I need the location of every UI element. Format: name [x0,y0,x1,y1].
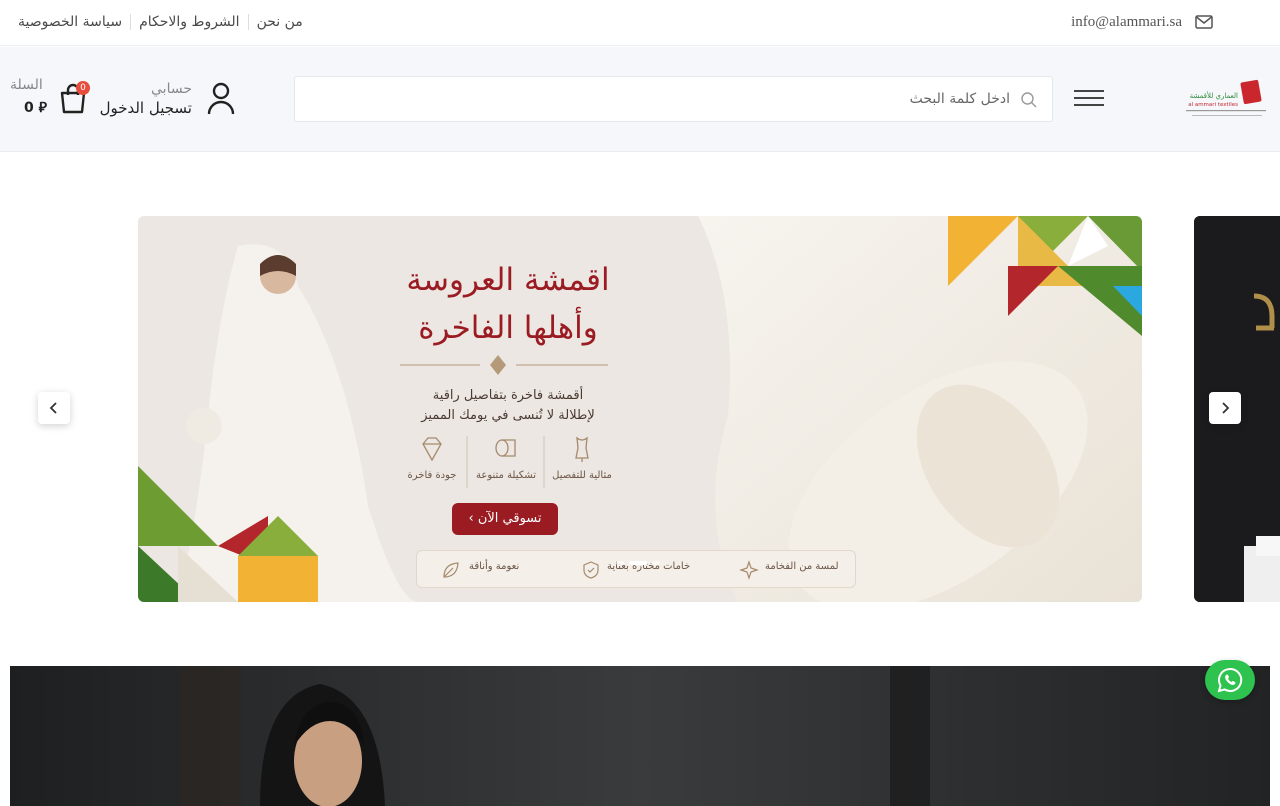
privacy-policy-link[interactable]: سياسة الخصوصية [18,14,122,30]
menu-line [1074,97,1104,99]
contact-email[interactable]: info@alammari.sa [1071,14,1182,31]
search-input[interactable] [332,77,1012,121]
slider-prev-button[interactable] [38,392,70,424]
sparkle-icon [739,560,759,580]
slider-dot-active[interactable] [629,561,647,565]
divider [247,14,249,30]
feature-label: تشكيلة متنوعة [476,470,536,481]
cart-count-badge: 0 [76,81,90,95]
shield-icon [583,561,599,579]
benefit-luxury: لمسة من الفخامة [765,561,839,572]
top-links: سياسة الخصوصية الشروط والاحكام من نحن [18,14,303,30]
leaf-icon [443,562,459,578]
fabric-roll-icon [495,439,516,457]
account-label: حسابي [151,81,192,97]
top-bar: سياسة الخصوصية الشروط والاحكام من نحن in… [0,0,1280,46]
chevron-left-icon [49,402,57,414]
slide-subtitle-line-1: أقمشة فاخرة بتفاصيل راقية [432,388,584,403]
benefit-softness: نعومة وأناقة [469,561,520,572]
slide-title-line-2: وأهلها الفاخرة [418,310,598,346]
slide-subtitle-line-2: لإطلالة لا تُنسى في يومك المميز [421,408,595,423]
slide-subtitle: أقمشة فاخرة بتفاصيل راقية لإطلالة لا تُن… [368,386,648,426]
slider-dot[interactable] [616,561,624,565]
menu-line [1074,90,1104,92]
banner-image [10,666,1270,806]
account-widget[interactable]: حسابي تسجيل الدخول [100,79,236,119]
main-header: السلة 0 ⃁ 0 حسابي تسجيل الدخول العماري ل… [0,47,1280,152]
feature-variety: تشكيلة متنوعة [468,434,544,481]
slider-dot[interactable] [652,561,660,565]
hamburger-menu-button[interactable] [1074,90,1104,110]
terms-link[interactable]: الشروط والاحكام [139,14,239,30]
slider-pagination [616,561,660,565]
logo-arabic-text: العماري للأقمشة [1190,91,1238,100]
whatsapp-icon [1217,667,1243,693]
cart-widget[interactable]: السلة 0 ⃁ 0 [10,75,100,125]
feature-quality: جودة فاخرة [394,434,470,481]
slide-title: اقمشة العروسة وأهلها الفاخرة [368,256,648,352]
login-link[interactable]: تسجيل الدخول [100,99,192,117]
chevron-right-icon [1222,402,1230,414]
feature-label: جودة فاخرة [407,470,457,481]
logo-mark: العماري للأقمشة al ammari textiles [1186,79,1266,116]
whatsapp-chat-button[interactable] [1205,660,1255,700]
slide-title-line-1: اقمشة العروسة [406,262,610,298]
divider [130,14,132,30]
diamond-icon [422,437,442,462]
search-bar [294,76,1053,122]
benefits-strip: نعومة وأناقة خامات مختارة بعناية لمسة من… [416,550,856,588]
logo-english-text: al ammari textiles [1188,102,1238,108]
search-icon[interactable] [1020,91,1038,109]
mail-icon [1195,15,1213,29]
cart-label: السلة [10,77,43,93]
dress-form-icon [575,436,589,462]
secondary-banner[interactable] [10,666,1270,806]
feature-tailoring: مثالية للتفصيل [544,434,620,481]
feature-label: مثالية للتفصيل [552,470,612,481]
hero-slide[interactable]: اقمشة العروسة وأهلها الفاخرة أقمشة فاخرة… [138,216,1142,602]
menu-line [1074,104,1104,106]
slider-next-button[interactable] [1209,392,1241,424]
shop-now-button[interactable]: تسوقي الآن › [452,503,558,535]
cart-total: 0 ⃁ [24,100,47,116]
about-us-link[interactable]: من نحن [257,14,303,30]
brand-logo[interactable]: العماري للأقمشة al ammari textiles [1184,79,1270,123]
user-icon[interactable] [206,81,236,115]
